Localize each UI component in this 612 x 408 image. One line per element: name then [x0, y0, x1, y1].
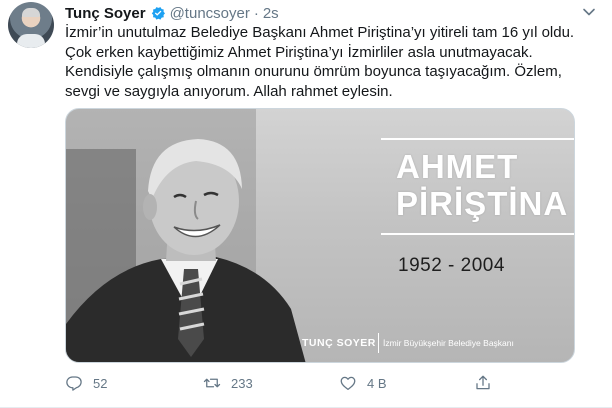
- verified-badge-icon: [151, 7, 165, 20]
- signature-name: TUNÇ SOYER: [302, 337, 376, 349]
- like-button[interactable]: 4 B: [339, 372, 387, 394]
- tweet-header: Tunç Soyer @tuncsoyer · 2s: [65, 3, 279, 23]
- avatar-hair: [22, 8, 40, 17]
- reply-icon: [66, 376, 82, 391]
- divider-line: [381, 233, 574, 235]
- tweet-text-line: sevgi ve saygıyla anıyorum. Allah rahmet…: [65, 82, 393, 100]
- tweet-text-line: Çok erken kaybettiğimiz Ahmet Piriştina’…: [65, 43, 533, 61]
- divider-line: [381, 138, 574, 140]
- share-icon: [476, 375, 490, 390]
- tweet-text: İzmir’in unutulmaz Belediye Başkanı Ahme…: [65, 23, 590, 101]
- image-years: 1952 - 2004: [398, 255, 505, 276]
- signature-title: İzmir Büyükşehir Belediye Başkanı: [383, 338, 514, 348]
- image-name-first: AHMET: [396, 148, 519, 185]
- tweet-actions: 52 233 4 B: [65, 372, 565, 394]
- reply-count: 52: [93, 375, 108, 391]
- signature-divider: [378, 333, 379, 353]
- like-count: 4 B: [367, 375, 387, 391]
- author-display-name[interactable]: Tunç Soyer: [65, 5, 146, 22]
- avatar[interactable]: [8, 2, 54, 48]
- author-handle[interactable]: @tuncsoyer: [170, 5, 250, 22]
- tweet-timestamp[interactable]: 2s: [263, 5, 279, 22]
- retweet-count: 233: [231, 375, 253, 391]
- image-name-last: PİRİŞTİNA: [396, 185, 569, 222]
- heart-icon: [340, 376, 356, 391]
- share-button[interactable]: [474, 372, 492, 394]
- retweet-icon: [203, 378, 221, 388]
- tweet-image[interactable]: AHMET PİRİŞTİNA 1952 - 2004 TUNÇ SOYER İ…: [65, 108, 575, 363]
- tweet-text-line: İzmir’in unutulmaz Belediye Başkanı Ahme…: [65, 24, 575, 41]
- avatar-shirt: [17, 34, 45, 48]
- tweet-card[interactable]: Tunç Soyer @tuncsoyer · 2s İzmir’in unut…: [0, 0, 612, 408]
- retweet-button[interactable]: 233: [203, 372, 253, 394]
- tweet-text-line: Kendisiyle çalışmış olmanın onurunu ömrü…: [65, 63, 562, 80]
- reply-button[interactable]: 52: [65, 372, 107, 394]
- header-separator: ·: [253, 4, 259, 22]
- chevron-down-icon[interactable]: [582, 5, 596, 19]
